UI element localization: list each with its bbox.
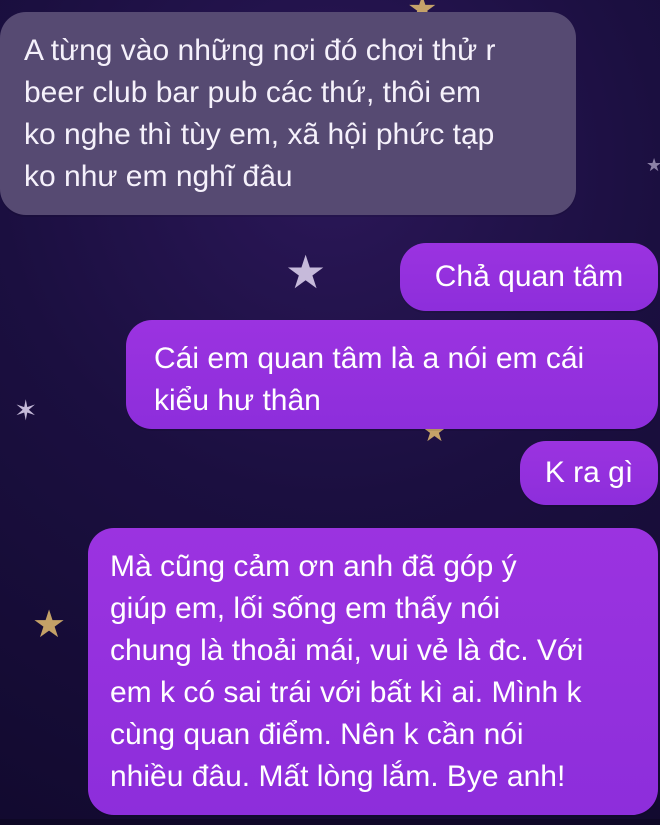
outgoing-message-bubble[interactable]: Mà cũng cảm ơn anh đã góp ý giúp em, lối… bbox=[88, 528, 658, 815]
incoming-message-bubble[interactable]: A từng vào những nơi đó chơi thử r beer … bbox=[0, 12, 576, 215]
chat-screen: ★ ★ ★ ✶ ★ ★ A từng vào những nơi đó chơi… bbox=[0, 0, 660, 825]
star-icon: ★ bbox=[646, 155, 660, 175]
outgoing-message-bubble[interactable]: Cái em quan tâm là a nói em cái kiểu hư … bbox=[126, 320, 658, 429]
outgoing-message-bubble[interactable]: Chả quan tâm bbox=[400, 243, 658, 311]
sparkle-icon: ✶ bbox=[14, 395, 38, 426]
bottom-edge bbox=[0, 819, 660, 825]
star-icon: ★ bbox=[32, 604, 67, 646]
star-icon: ★ bbox=[285, 246, 327, 298]
outgoing-message-bubble[interactable]: K ra gì bbox=[520, 441, 658, 505]
